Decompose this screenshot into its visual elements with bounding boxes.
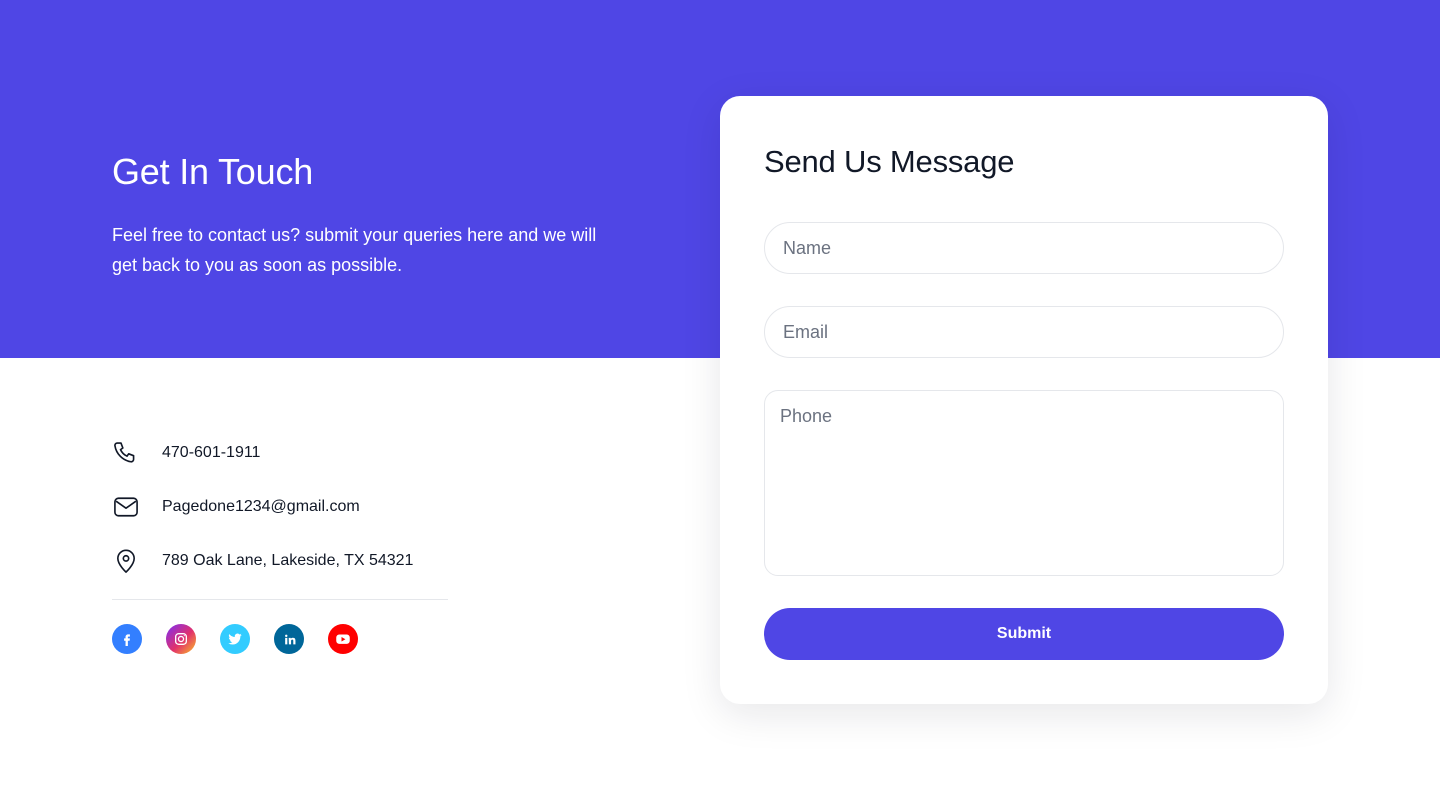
- facebook-icon[interactable]: [112, 624, 142, 654]
- hero-title: Get In Touch: [112, 151, 314, 192]
- form-title: Send Us Message: [764, 144, 1015, 179]
- contact-info-list: 470-601-1911 Pagedone1234@gmail.com 789 …: [112, 438, 448, 600]
- email-input[interactable]: [764, 306, 1284, 358]
- name-input[interactable]: [764, 222, 1284, 274]
- message-form-card: Send Us Message Submit: [720, 96, 1328, 704]
- location-pin-icon: [112, 546, 142, 576]
- contact-email-row[interactable]: Pagedone1234@gmail.com: [112, 492, 448, 522]
- contact-address-text: 789 Oak Lane, Lakeside, TX 54321: [162, 552, 414, 569]
- contact-page: Get In Touch Feel free to contact us? su…: [0, 0, 1440, 800]
- twitter-icon[interactable]: [220, 624, 250, 654]
- social-links: [112, 624, 358, 654]
- submit-button[interactable]: Submit: [764, 608, 1284, 660]
- instagram-icon[interactable]: [166, 624, 196, 654]
- contact-email-text: Pagedone1234@gmail.com: [162, 498, 360, 515]
- phone-icon: [112, 438, 142, 468]
- linkedin-icon[interactable]: [274, 624, 304, 654]
- phone-textarea[interactable]: [764, 390, 1284, 576]
- divider: [112, 599, 448, 600]
- contact-address-row[interactable]: 789 Oak Lane, Lakeside, TX 54321: [112, 546, 448, 576]
- hero-description: Feel free to contact us? submit your que…: [112, 225, 597, 275]
- youtube-icon[interactable]: [328, 624, 358, 654]
- contact-phone-row[interactable]: 470-601-1911: [112, 438, 448, 468]
- contact-phone-text: 470-601-1911: [162, 444, 261, 461]
- mail-icon: [112, 492, 142, 522]
